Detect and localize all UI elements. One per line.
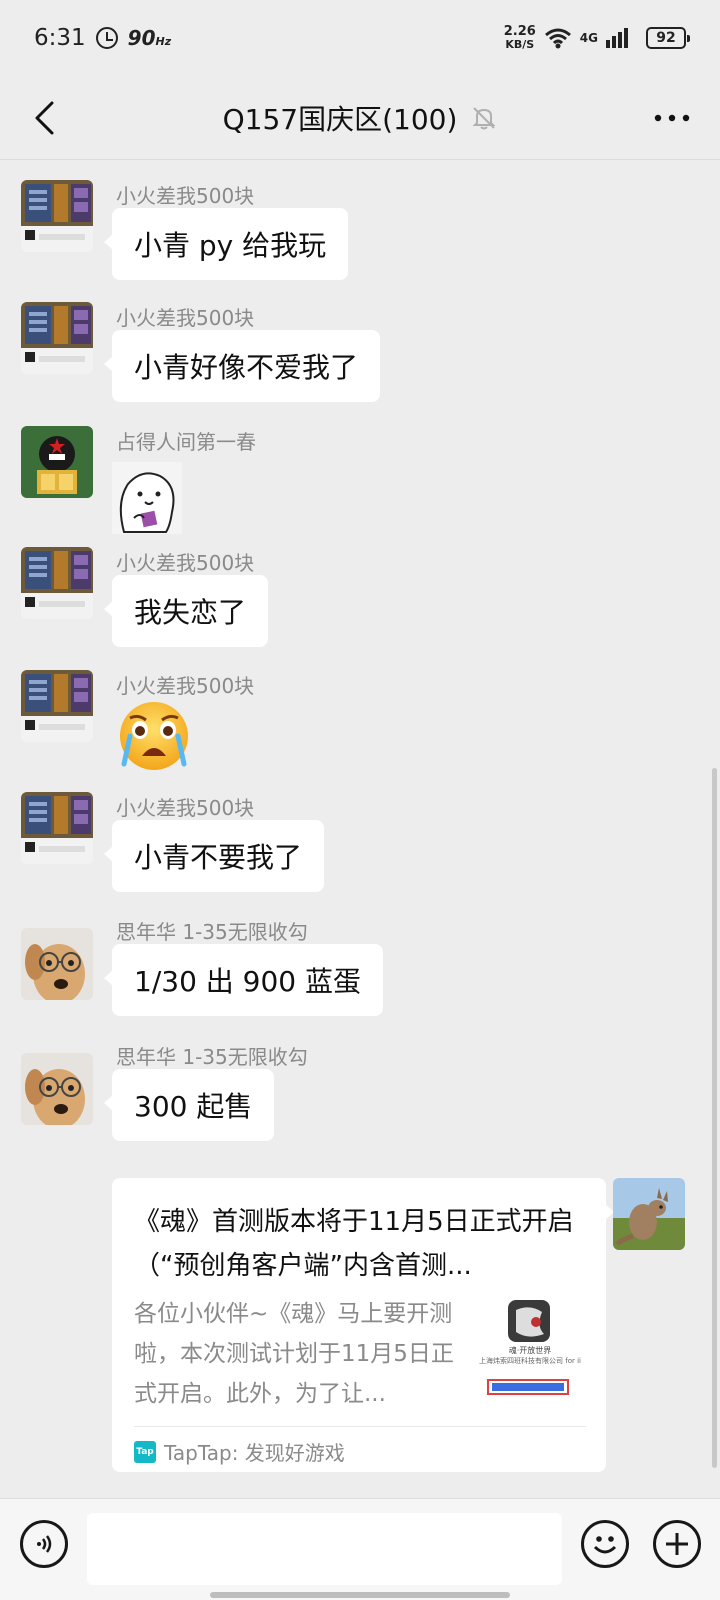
thumb-company: 上海炜索四班科技有限公司 for ii [479,1357,581,1365]
sender-name: 占得人间第一春 [116,430,256,454]
sender-name: 小火差我500块 [116,796,255,820]
thumb-caption: 魂·开放世界 [508,1346,552,1355]
emoji-icon [593,1536,617,1554]
dog-with-glasses-avatar[interactable] [21,1053,93,1125]
game-screenshot-avatar[interactable] [21,792,93,864]
dog-with-glasses-avatar[interactable] [21,928,93,1000]
taptap-logo-icon: Tap [134,1440,156,1463]
back-button[interactable] [22,96,66,140]
mute-bell-icon [472,106,496,129]
card-source: Tap TapTap: 发现好游戏 [134,1426,586,1466]
sender-name: 小火差我500块 [116,551,255,575]
message-bubble[interactable]: 1/30 出 900 蓝蛋 [103,944,384,1016]
message-bubble[interactable]: 我失恋了 [103,575,269,647]
sender-name: 小火差我500块 [116,306,255,330]
kangaroo-avatar[interactable] [613,1178,685,1250]
sender-name: 小火差我500块 [116,674,255,698]
game-screenshot-avatar[interactable] [21,547,93,619]
message-bubble[interactable]: 小青不要我了 [103,820,325,892]
battery-icon: 92 [646,27,690,49]
sender-name: 小火差我500块 [116,184,255,208]
wifi-icon [544,28,571,49]
scrollbar[interactable] [712,768,717,1468]
card-thumbnail: 魂·开放世界 上海炜索四班科技有限公司 for ii [479,1298,581,1398]
home-indicator[interactable] [210,1592,510,1598]
shared-link-card[interactable]: 《魂》首测版本将于11月5日正式开启（“预创角客户端”内含首测... 各位小伙伴… [112,1178,614,1472]
status-bar: 6:31 90Hz 2.26 KB/S 4G 92 [0,0,720,76]
more-button[interactable] [648,100,696,136]
card-description: 各位小伙伴~《魂》马上要开测啦，本次测试计划于11月5日正式开启。此外，为了让.… [134,1301,454,1407]
network-speed: 2.26 KB/S [503,24,536,51]
message-bubble[interactable]: 300 起售 [103,1069,275,1141]
message-input[interactable] [87,1513,562,1585]
network-type: 4G [579,31,598,45]
chat-header: Q157国庆区(100) [0,76,720,160]
input-bar [0,1498,720,1600]
more-functions-button[interactable] [653,1520,701,1568]
white-blob-sticker[interactable] [112,462,182,534]
game-screenshot-avatar[interactable] [21,180,93,252]
back-arrow-icon [35,101,54,135]
card-title: 《魂》首测版本将于11月5日正式开启（“预创角客户端”内含首测... [134,1207,574,1281]
red-star-cap-avatar[interactable] [21,426,93,498]
emoji-button[interactable] [581,1520,629,1568]
sender-name: 思年华 1-35无限收勾 [116,1045,308,1069]
alarm-icon [95,27,118,49]
card-source-label: TapTap: 发现好游戏 [164,1441,345,1465]
message-bubble[interactable]: 小青 py 给我玩 [103,208,349,280]
plus-icon [666,1533,688,1555]
refresh-rate: 90Hz [127,26,172,50]
game-screenshot-avatar[interactable] [21,302,93,374]
voice-icon [37,1535,52,1553]
game-screenshot-avatar[interactable] [21,670,93,742]
message-bubble[interactable]: 小青好像不爱我了 [103,330,381,402]
crying-face-emoji[interactable] [112,700,196,772]
voice-button[interactable] [20,1520,68,1568]
sender-name: 思年华 1-35无限收勾 [116,920,308,944]
chat-title: Q157国庆区(100) [222,102,458,136]
signal-icon [606,28,628,48]
status-time: 6:31 [34,25,86,51]
more-icon [654,114,690,122]
